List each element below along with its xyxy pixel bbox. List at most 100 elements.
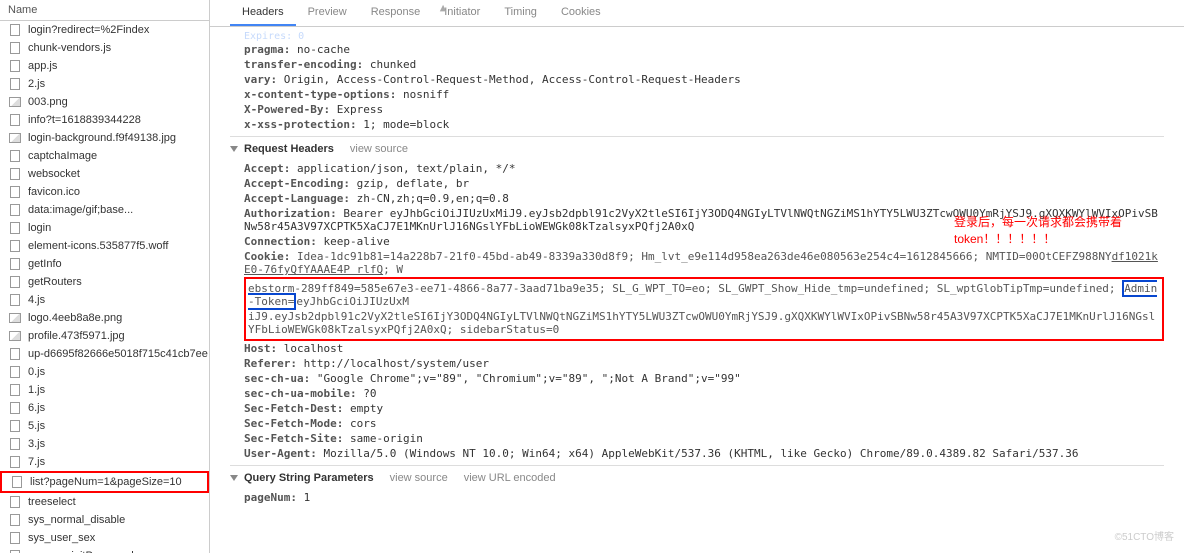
header-row: Referer: http://localhost/system/user [244,356,1164,371]
file-item[interactable]: 003.png [0,93,209,111]
file-icon [8,203,22,217]
file-item[interactable]: login-background.f9f49138.jpg [0,129,209,147]
tab-headers[interactable]: Headers [230,0,296,26]
header-value: http://localhost/system/user [297,357,489,370]
header-name: Sec-Fetch-Mode: [244,417,343,430]
header-name: x-content-type-options: [244,88,396,101]
header-value: empty [343,402,383,415]
cookie-row: Cookie: Idea-1dc91b81=14a228b7-21f0-45bd… [244,249,1164,277]
file-name: captchaImage [28,150,97,162]
file-item[interactable]: captchaImage [0,147,209,165]
view-source-link[interactable]: view source [350,143,408,155]
header-name: pragma: [244,43,290,56]
file-name: 7.js [28,456,45,468]
tabs-bar: HeadersPreviewResponseInitiatorTimingCoo… [210,0,1184,27]
view-url-encoded-link[interactable]: view URL encoded [464,472,556,484]
header-name: Sec-Fetch-Site: [244,432,343,445]
header-row: Sec-Fetch-Site: same-origin [244,431,1164,446]
file-icon [8,549,22,553]
sidebar-header: Name [0,0,209,21]
header-name: Accept: [244,162,290,175]
file-item[interactable]: login?redirect=%2Findex [0,21,209,39]
view-source-link[interactable]: view source [390,472,448,484]
file-item[interactable]: treeselect [0,493,209,511]
file-item[interactable]: sys_user_sex [0,529,209,547]
file-item[interactable]: sys_normal_disable [0,511,209,529]
file-icon [8,221,22,235]
header-value: nosniff [396,88,449,101]
header-name: Authorization: [244,207,337,220]
file-item[interactable]: sys.user.initPassword [0,547,209,553]
file-item[interactable]: 6.js [0,399,209,417]
collapse-icon [230,146,238,152]
header-row: x-xss-protection: 1; mode=block [244,117,1164,132]
file-item[interactable]: getInfo [0,255,209,273]
file-name: logo.4eeb8a8e.png [28,312,122,324]
tab-response[interactable]: Response [359,0,433,26]
file-name: favicon.ico [28,186,80,198]
file-item[interactable]: profile.473f5971.jpg [0,327,209,345]
file-item[interactable]: info?t=1618839344228 [0,111,209,129]
header-name: Accept-Language: [244,192,350,205]
header-row: Sec-Fetch-Mode: cors [244,416,1164,431]
file-name: login [28,222,51,234]
header-name: x-xss-protection: [244,118,357,131]
file-item[interactable]: 5.js [0,417,209,435]
header-row: pragma: no-cache [244,42,1164,57]
file-name: login-background.f9f49138.jpg [28,132,176,144]
file-name: 5.js [28,420,45,432]
header-name: transfer-encoding: [244,58,363,71]
header-name: Referer: [244,357,297,370]
file-name: up-d6695f82666e5018f715c41cb7ee [28,348,208,360]
file-item[interactable]: login [0,219,209,237]
scroll-up-icon[interactable]: ▲ [435,0,451,14]
response-headers-block: pragma: no-cachetransfer-encoding: chunk… [230,42,1164,132]
file-item[interactable]: websocket [0,165,209,183]
header-value: application/json, text/plain, */* [290,162,515,175]
file-item[interactable]: 3.js [0,435,209,453]
header-row: Sec-Fetch-Dest: empty [244,401,1164,416]
file-item[interactable]: element-icons.535877f5.woff [0,237,209,255]
file-item[interactable]: 7.js [0,453,209,471]
header-value: cors [343,417,376,430]
file-item[interactable]: getRouters [0,273,209,291]
file-item[interactable]: 0.js [0,363,209,381]
file-name: login?redirect=%2Findex [28,24,149,36]
annotation-text: 登录后，每一次请求都会携带着token！！！！！！ [954,213,1154,247]
header-value: Mozilla/5.0 (Windows NT 10.0; Win64; x64… [317,447,1079,460]
file-item[interactable]: up-d6695f82666e5018f715c41cb7ee [0,345,209,363]
tab-preview[interactable]: Preview [296,0,359,26]
tab-timing[interactable]: Timing [492,0,549,26]
tab-cookies[interactable]: Cookies [549,0,613,26]
file-item[interactable]: app.js [0,57,209,75]
file-item[interactable]: favicon.ico [0,183,209,201]
file-name: info?t=1618839344228 [28,114,141,126]
file-item[interactable]: logo.4eeb8a8e.png [0,309,209,327]
file-item[interactable]: 4.js [0,291,209,309]
image-icon [8,329,22,343]
file-name: 1.js [28,384,45,396]
header-name: Host: [244,342,277,355]
header-value: no-cache [290,43,350,56]
header-name: sec-ch-ua-mobile: [244,387,357,400]
file-item[interactable]: 1.js [0,381,209,399]
file-name: getRouters [28,276,82,288]
file-name: sys_user_sex [28,532,95,544]
file-list: login?redirect=%2Findex chunk-vendors.jsa… [0,21,209,553]
network-sidebar[interactable]: Name login?redirect=%2Findex chunk-vendor… [0,0,210,553]
header-row: Accept-Encoding: gzip, deflate, br [244,176,1164,191]
file-icon [8,167,22,181]
file-item[interactable]: chunk-vendors.js [0,39,209,57]
query-params-section[interactable]: Query String Parameters view source view… [230,465,1164,490]
image-icon [8,95,22,109]
file-item[interactable]: list?pageNum=1&pageSize=10 [0,471,209,493]
file-name: websocket [28,168,80,180]
file-item[interactable]: data:image/gif;base... [0,201,209,219]
file-icon [8,419,22,433]
file-item[interactable]: 2.js [0,75,209,93]
header-value: zh-CN,zh;q=0.9,en;q=0.8 [350,192,509,205]
request-headers-section[interactable]: Request Headers view source [230,136,1164,161]
file-name: 003.png [28,96,68,108]
file-name: element-icons.535877f5.woff [28,240,168,252]
file-name: getInfo [28,258,62,270]
